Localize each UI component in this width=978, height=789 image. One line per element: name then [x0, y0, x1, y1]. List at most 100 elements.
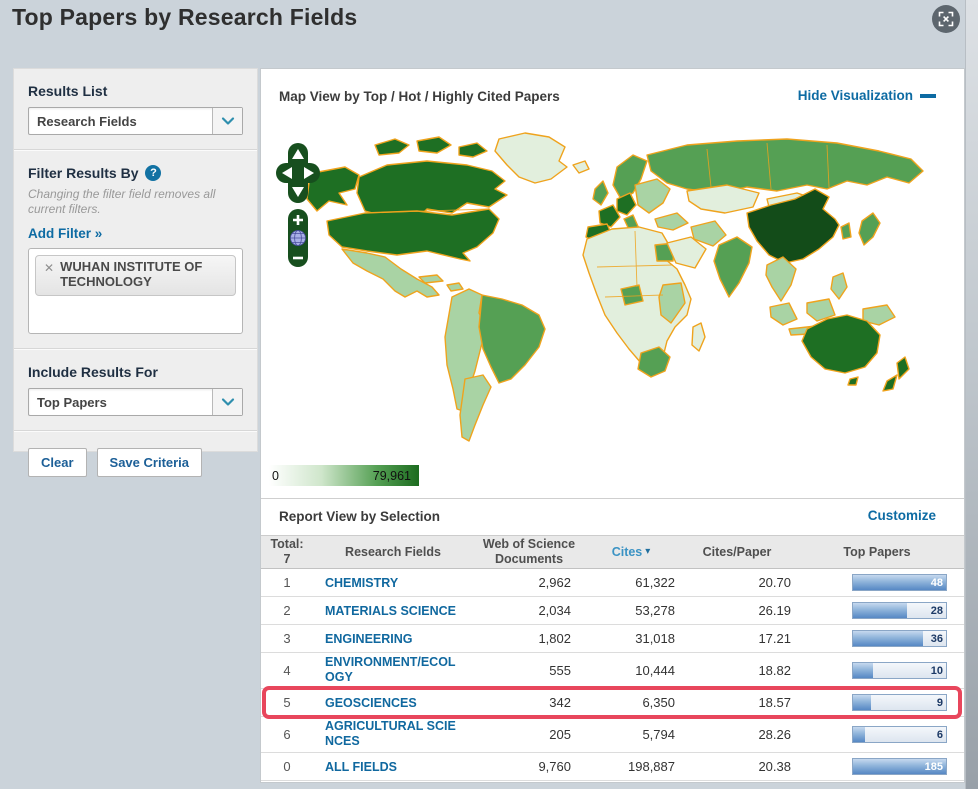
field-link[interactable]: MATERIALS SCIENCE [325, 604, 456, 619]
divider [14, 149, 257, 151]
map-central-asia [686, 184, 760, 214]
legend-max-value: 79,961 [372, 468, 411, 483]
header-wos-documents[interactable]: Web of Science Documents [473, 537, 585, 567]
scrollbar[interactable] [965, 0, 978, 789]
results-list-select[interactable]: Research Fields [28, 107, 243, 135]
row-rank: 4 [283, 662, 291, 678]
header-top-papers[interactable]: Top Papers [797, 545, 957, 560]
fullscreen-button[interactable] [932, 5, 960, 33]
row-rank: 2 [283, 602, 291, 618]
divider [14, 430, 257, 432]
row-cites: 61,322 [635, 574, 675, 590]
map-country-argentina [459, 374, 492, 442]
minus-icon [920, 93, 936, 98]
hide-visualization-link[interactable]: Hide Visualization [798, 88, 936, 103]
page-title: Top Papers by Research Fields [12, 4, 358, 30]
row-cites-per-paper: 28.26 [758, 726, 791, 742]
help-icon[interactable]: ? [145, 165, 162, 181]
map-view-title: Map View by Top / Hot / Highly Cited Pap… [279, 89, 560, 104]
map-country-uk [592, 180, 609, 206]
row-cites-per-paper: 17.21 [758, 630, 791, 646]
results-list-value: Research Fields [37, 113, 137, 129]
report-view-title: Report View by Selection [279, 509, 441, 524]
include-results-value: Top Papers [37, 394, 107, 410]
map-country-nigeria [620, 284, 644, 306]
row-rank: 0 [283, 758, 291, 774]
row-cites: 31,018 [635, 630, 675, 646]
row-rank: 3 [283, 630, 291, 646]
table-row: 3 ENGINEERING 1,802 31,018 17.21 36 [261, 625, 964, 653]
world-map [306, 132, 924, 442]
row-cites-per-paper: 20.38 [758, 758, 791, 774]
customize-link[interactable]: Customize [868, 508, 936, 523]
header-total: Total: 7 [261, 537, 313, 567]
header-research-fields[interactable]: Research Fields [313, 545, 473, 560]
header-cites-per-paper[interactable]: Cites/Paper [677, 545, 797, 560]
include-results-section: Include Results For Top Papers [28, 364, 243, 416]
world-map-area[interactable] [261, 127, 964, 459]
top-papers-value: 36 [930, 632, 943, 645]
row-wos: 555 [549, 662, 571, 678]
chevron-down-icon [212, 108, 242, 134]
map-controls[interactable] [275, 141, 323, 271]
map-eastern-europe [634, 178, 671, 214]
results-list-label: Results List [28, 83, 108, 99]
remove-filter-icon[interactable]: ✕ [44, 261, 54, 275]
map-country-russia [646, 138, 924, 194]
row-wos: 9,760 [538, 758, 571, 774]
map-country-china [746, 188, 840, 264]
hide-visualization-label: Hide Visualization [797, 88, 913, 103]
map-country-japan [858, 212, 881, 246]
sort-desc-icon: ▾ [645, 546, 651, 557]
map-pan-control [276, 143, 320, 203]
field-link[interactable]: AGRICULTURAL SCIENCES [325, 719, 457, 749]
map-country-turkey [654, 212, 689, 231]
row-wos: 342 [549, 694, 571, 710]
header-cites[interactable]: Cites ▾ [585, 545, 677, 560]
map-country-india [713, 236, 753, 298]
include-results-select[interactable]: Top Papers [28, 388, 243, 416]
field-link[interactable]: GEOSCIENCES [325, 696, 417, 711]
map-country-mexico [341, 248, 440, 298]
total-label: Total: [270, 537, 304, 551]
page-header: Top Papers by Research Fields [0, 0, 978, 60]
field-link[interactable]: CHEMISTRY [325, 576, 398, 591]
top-papers-bar: 48 [852, 574, 947, 591]
report-table: Total: 7 Research Fields Web of Science … [261, 535, 964, 781]
top-papers-value: 28 [930, 604, 943, 617]
top-papers-bar: 28 [852, 602, 947, 619]
map-country-brazil [478, 294, 546, 384]
table-row: 5 GEOSCIENCES 342 6,350 18.57 9 [261, 686, 964, 719]
cites-label: Cites [611, 544, 643, 559]
top-papers-bar: 9 [852, 694, 947, 711]
row-cites: 53,278 [635, 602, 675, 618]
field-link[interactable]: ENVIRONMENT/ECOLOGY [325, 655, 457, 685]
save-criteria-button[interactable]: Save Criteria [96, 448, 203, 477]
row-cites: 5,794 [642, 726, 675, 742]
map-country-korea [840, 222, 852, 240]
table-row: 6 AGRICULTURAL SCIENCES 205 5,794 28.26 … [261, 717, 964, 753]
filter-section: Filter Results By ? Changing the filter … [28, 165, 243, 334]
map-country-madagascar [691, 322, 706, 352]
clear-button[interactable]: Clear [28, 448, 87, 477]
top-papers-bar: 6 [852, 726, 947, 743]
sidebar: Results List Research Fields Filter Resu… [13, 68, 258, 477]
top-papers-bar: 10 [852, 662, 947, 679]
field-link[interactable]: ENGINEERING [325, 632, 413, 647]
row-wos: 2,962 [538, 574, 571, 590]
map-tasmania [847, 376, 859, 386]
top-papers-value: 6 [936, 728, 943, 741]
field-link[interactable]: ALL FIELDS [325, 760, 397, 775]
table-row: 2 MATERIALS SCIENCE 2,034 53,278 26.19 2… [261, 597, 964, 625]
top-papers-bar-fill [853, 631, 923, 646]
row-wos: 1,802 [538, 630, 571, 646]
divider [14, 348, 257, 350]
row-rank: 5 [283, 694, 291, 710]
total-count: 7 [283, 552, 291, 566]
add-filter-link[interactable]: Add Filter » [28, 226, 102, 241]
filter-chip[interactable]: ✕ WUHAN INSTITUTE OF TECHNOLOGY [35, 255, 236, 296]
globe-icon [290, 230, 306, 246]
top-papers-bar-fill [853, 727, 866, 742]
row-cites: 6,350 [642, 694, 675, 710]
results-list-section: Results List Research Fields [28, 83, 243, 135]
